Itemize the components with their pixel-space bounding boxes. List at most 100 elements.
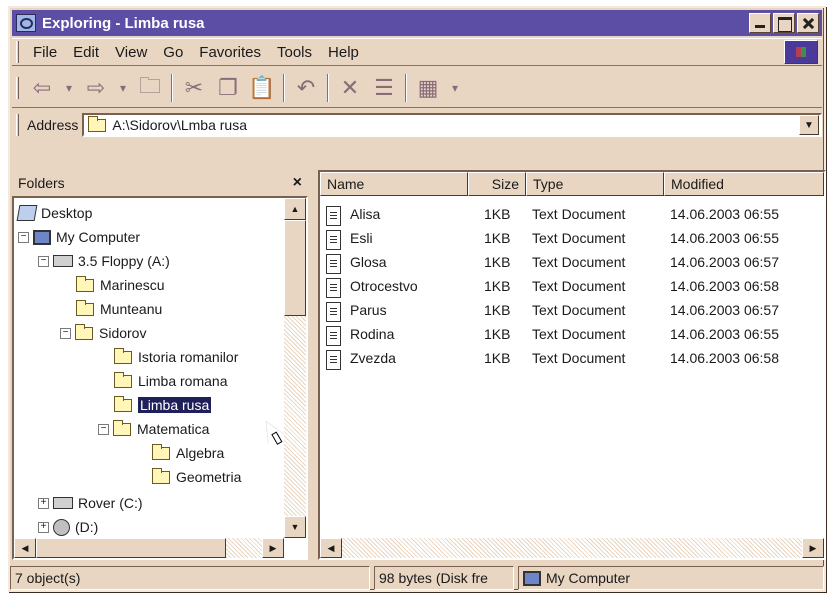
scroll-thumb[interactable] [284,220,306,316]
status-bar: 7 object(s) 98 bytes (Disk fre My Comput… [10,566,824,590]
menubar-grip[interactable] [16,41,19,63]
folder-icon [114,347,132,364]
undo-icon[interactable]: ↶ [289,72,323,104]
up-folder-icon[interactable]: 🗀 [133,72,167,104]
copy-icon[interactable]: ❐ [211,72,245,104]
desktop-icon [16,205,38,221]
collapse-icon[interactable]: − [38,255,49,267]
close-folders-icon[interactable]: × [293,174,302,192]
scroll-right-button[interactable]: ▶ [262,538,284,558]
tree-item-geometria[interactable]: Geometria [152,466,241,488]
folders-header: Folders × [12,170,308,195]
tree-item-floppy[interactable]: −3.5 Floppy (A:) [38,250,170,272]
hard-drive-icon [53,497,73,509]
open-folder-icon [114,395,132,412]
file-row[interactable]: Otrocestvo 1KB Text Document 14.06.2003 06:… [320,274,800,298]
text-document-icon [326,206,341,226]
tree-item-marinescu[interactable]: Marinescu [76,274,165,296]
title-bar[interactable]: Exploring - Limba rusa [12,10,822,36]
views-dropdown-icon[interactable]: ▾ [445,72,465,104]
text-document-icon [326,302,341,322]
scroll-up-button[interactable]: ▲ [284,198,306,220]
folders-title: Folders [18,174,65,191]
column-header-size[interactable]: Size [468,172,526,196]
forward-icon[interactable]: ⇨ [79,72,113,104]
text-document-icon [326,278,341,298]
folder-icon [76,299,94,316]
expand-icon[interactable]: + [38,497,49,509]
menu-file[interactable]: File [25,44,65,61]
scroll-left-button[interactable]: ◀ [14,538,36,558]
scroll-left-button[interactable]: ◀ [320,538,342,558]
tree-item-limba-rusa[interactable]: Limba rusa [114,394,212,416]
tree-item-munteanu[interactable]: Munteanu [76,298,162,320]
file-row[interactable]: Rodina 1KB Text Document 14.06.2003 06:55 [320,322,800,346]
menu-go[interactable]: Go [155,44,191,61]
file-row[interactable]: Zvezda 1KB Text Document 14.06.2003 06:58 [320,346,800,370]
column-header-modified[interactable]: Modified [664,172,824,196]
toolbar-separator [283,73,285,102]
file-row[interactable]: Alisa 1KB Text Document 14.06.2003 06:55 [320,202,800,226]
folder-icon [75,323,93,340]
status-bytes: 98 bytes (Disk fre [374,566,514,590]
folder-icon [76,275,94,292]
back-icon[interactable]: ⇦ [25,72,59,104]
tree-item-desktop[interactable]: Desktop [16,202,92,224]
menu-view[interactable]: View [107,44,155,61]
expand-icon[interactable]: + [38,521,49,533]
computer-icon [33,229,51,245]
minimize-button[interactable] [749,13,771,33]
toolbar-grip[interactable] [16,76,19,99]
cut-icon[interactable]: ✂ [177,72,211,104]
folder-icon [152,467,170,484]
address-bar: Address A:\Sidorov\Lmba rusa ▼ [12,110,822,140]
file-row[interactable]: Parus 1KB Text Document 14.06.2003 06:57 [320,298,800,322]
collapse-icon[interactable]: − [18,231,29,243]
tree-item-limba-romana[interactable]: Limba romana [114,370,228,392]
views-icon[interactable]: ▦ [411,72,445,104]
scroll-thumb[interactable] [36,538,226,558]
tree-item-istoria-romanilor[interactable]: Istoria romanilor [114,346,238,368]
addressbar-grip[interactable] [16,114,19,136]
scroll-right-button[interactable]: ▶ [802,538,824,558]
collapse-icon[interactable]: − [98,423,109,435]
tree-item-sidorov[interactable]: − Sidorov [60,322,146,344]
paste-icon[interactable]: 📋 [245,72,279,104]
maximize-button[interactable] [773,13,795,33]
menu-favorites[interactable]: Favorites [191,44,269,61]
column-header-name[interactable]: Name [320,172,468,196]
folders-vertical-scrollbar[interactable]: ▲ ▼ [284,198,306,538]
menu-tools[interactable]: Tools [269,44,320,61]
collapse-icon[interactable]: − [60,327,71,339]
status-location: My Computer [518,566,824,590]
back-dropdown-icon[interactable]: ▾ [59,72,79,104]
windows-logo-icon [784,40,818,64]
close-button[interactable] [797,13,819,33]
tree-item-algebra[interactable]: Algebra [152,442,224,464]
tree-item-rover-c[interactable]: + Rover (C:) [38,492,143,514]
window-title: Exploring - Limba rusa [42,14,205,32]
scroll-down-button[interactable]: ▼ [284,516,306,538]
folder-tree: Desktop − My Computer −3.5 Floppy (A:) Ma… [14,198,284,538]
menu-help[interactable]: Help [320,44,367,61]
address-input[interactable]: A:\Sidorov\Lmba rusa ▼ [82,113,822,137]
forward-dropdown-icon[interactable]: ▾ [113,72,133,104]
folders-horizontal-scrollbar[interactable]: ◀ ▶ [14,538,284,558]
text-document-icon [326,326,341,346]
files-horizontal-scrollbar[interactable]: ◀ ▶ [320,538,824,558]
address-dropdown-button[interactable]: ▼ [799,115,819,135]
folder-icon [113,419,131,436]
file-row[interactable]: Glosa 1KB Text Document 14.06.2003 06:57 [320,250,800,274]
floppy-drive-icon [53,255,73,267]
delete-icon[interactable]: ✕ [333,72,367,104]
status-object-count: 7 object(s) [10,566,370,590]
tree-item-my-computer[interactable]: − My Computer [18,226,140,248]
computer-icon [523,570,541,586]
tree-item-d-drive[interactable]: + (D:) [38,516,98,538]
properties-icon[interactable]: ☰ [367,72,401,104]
column-header-type[interactable]: Type [526,172,664,196]
tree-item-matematica[interactable]: − Matematica [98,418,209,440]
address-label: Address [27,117,79,133]
menu-edit[interactable]: Edit [65,44,107,61]
file-row[interactable]: Esli 1KB Text Document 14.06.2003 06:55 [320,226,800,250]
